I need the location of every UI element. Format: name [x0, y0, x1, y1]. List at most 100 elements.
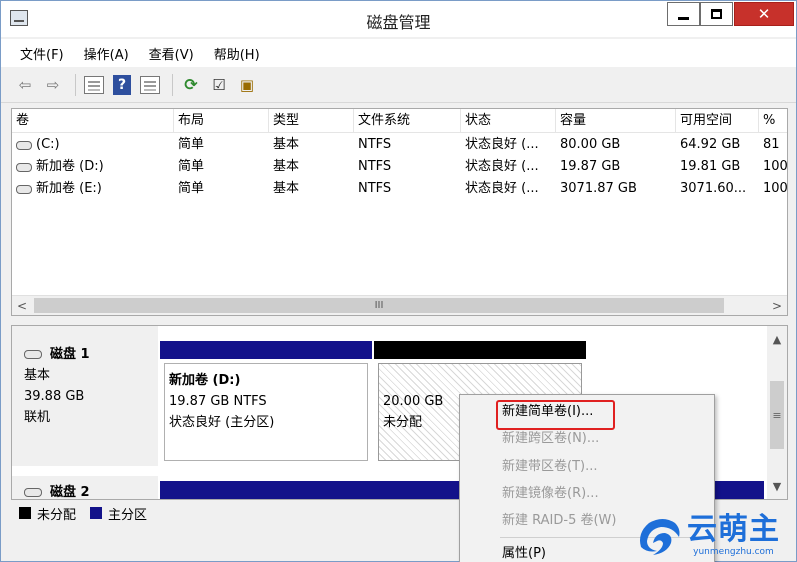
- menu-view[interactable]: 查看(V): [140, 40, 203, 67]
- volume-capacity: 3071.87 GB: [560, 181, 637, 196]
- scroll-left-icon[interactable]: <: [12, 296, 32, 315]
- partition-d[interactable]: 新加卷 (D:) 19.87 GB NTFS 状态良好 (主分区): [160, 341, 372, 465]
- minimize-button[interactable]: [667, 2, 700, 26]
- table-row[interactable]: (C:) 简单 基本 NTFS 状态良好 (... 80.00 GB 64.92…: [12, 134, 787, 156]
- partition-d-status: 状态良好 (主分区): [169, 415, 275, 430]
- watermark: 云萌主 yunmengzhu.com: [633, 509, 797, 562]
- column-header-capacity[interactable]: 容量: [556, 109, 676, 133]
- volume-free-space: 64.92 GB: [680, 137, 741, 152]
- menu-item-new-spanned-volume[interactable]: 新建跨区卷(N)...: [502, 426, 599, 452]
- primary-partition-bar: [160, 341, 372, 359]
- back-arrow-icon[interactable]: ⇦: [13, 73, 37, 97]
- volume-capacity: 19.87 GB: [560, 159, 621, 174]
- menu-item-properties[interactable]: 属性(P): [502, 541, 546, 562]
- close-button[interactable]: ✕: [734, 2, 794, 26]
- table-row[interactable]: 新加卷 (E:) 简单 基本 NTFS 状态良好 (... 3071.87 GB…: [12, 178, 788, 200]
- volume-percent-free: 100: [763, 159, 788, 174]
- column-header-type[interactable]: 类型: [269, 109, 354, 133]
- table-row[interactable]: 新加卷 (D:) 简单 基本 NTFS 状态良好 (... 19.87 GB 1…: [12, 156, 788, 178]
- disk-1-status: 联机: [24, 410, 51, 425]
- scroll-down-icon[interactable]: ▼: [767, 476, 787, 496]
- maximize-icon: [711, 9, 722, 19]
- forward-arrow-icon[interactable]: ⇨: [41, 73, 65, 97]
- drive-icon: [16, 140, 32, 150]
- properties-icon[interactable]: ☑: [207, 73, 231, 97]
- menu-item-new-mirrored-volume[interactable]: 新建镜像卷(R)...: [502, 481, 599, 507]
- volume-name: (C:): [36, 137, 60, 152]
- menu-help[interactable]: 帮助(H): [205, 40, 269, 67]
- disk-1-type: 基本: [24, 368, 51, 383]
- volume-percent-free: 81: [763, 137, 780, 152]
- rescan-disks-icon[interactable]: ▣: [235, 73, 259, 97]
- close-icon: ✕: [757, 5, 771, 23]
- watermark-subtitle: yunmengzhu.com: [693, 547, 774, 557]
- column-header-status[interactable]: 状态: [461, 109, 556, 133]
- volume-percent-free: 100: [763, 181, 788, 196]
- toolbar: ⇦ ⇨ ? ⟳ ☑ ▣: [1, 67, 796, 103]
- console-tree-icon[interactable]: [82, 73, 106, 97]
- watermark-logo-icon: [640, 519, 680, 555]
- volume-name: 新加卷 (D:): [36, 159, 104, 174]
- volume-layout: 简单: [178, 159, 205, 174]
- legend-label-primary: 主分区: [108, 507, 148, 523]
- volume-layout: 简单: [178, 137, 205, 152]
- toolbar-separator: [172, 73, 173, 96]
- drive-icon: [16, 162, 32, 172]
- volume-filesystem: NTFS: [358, 137, 392, 152]
- disk-1-name: 磁盘 1: [50, 347, 90, 362]
- unallocated-bar: [374, 341, 586, 359]
- column-header-layout[interactable]: 布局: [174, 109, 269, 133]
- horizontal-scrollbar[interactable]: < III >: [12, 295, 787, 315]
- legend-swatch-primary: [90, 507, 103, 519]
- column-header-volume[interactable]: 卷: [12, 109, 174, 133]
- volume-free-space: 3071.60...: [680, 181, 747, 196]
- disk-2-name: 磁盘 2: [50, 485, 90, 500]
- vertical-scrollbar[interactable]: ▲ ≡ ▼: [767, 326, 787, 499]
- volume-type: 基本: [273, 181, 300, 196]
- volume-status: 状态良好 (...: [465, 159, 539, 174]
- volume-free-space: 19.81 GB: [680, 159, 741, 174]
- drive-icon: [16, 184, 32, 194]
- maximize-button[interactable]: [700, 2, 733, 26]
- disk-1-size: 39.88 GB: [24, 389, 85, 404]
- volume-status: 状态良好 (...: [465, 137, 539, 152]
- volume-layout: 简单: [178, 181, 205, 196]
- vertical-scroll-thumb[interactable]: ≡: [770, 381, 784, 449]
- disk-2-label[interactable]: 磁盘 2: [12, 476, 158, 500]
- minimize-icon: [678, 16, 689, 20]
- partition-d-size: 19.87 GB NTFS: [169, 394, 267, 409]
- help-icon[interactable]: ?: [110, 73, 134, 97]
- disk-management-window: 磁盘管理 ✕ 文件(F) 操作(A) 查看(V) 帮助(H) ⇦ ⇨ ? ⟳ ☑…: [0, 0, 797, 562]
- toolbar-separator: [75, 73, 76, 96]
- action-pane-icon[interactable]: [138, 73, 162, 97]
- column-header-free-space[interactable]: 可用空间: [676, 109, 759, 133]
- volume-type: 基本: [273, 137, 300, 152]
- watermark-title: 云萌主: [687, 512, 780, 547]
- volume-name: 新加卷 (E:): [36, 181, 102, 196]
- column-header-percent-free[interactable]: %: [759, 109, 787, 133]
- column-header-filesystem[interactable]: 文件系统: [354, 109, 461, 133]
- scroll-grip: III: [374, 300, 384, 311]
- refresh-icon[interactable]: ⟳: [179, 73, 203, 97]
- volume-status: 状态良好 (...: [465, 181, 539, 196]
- volume-filesystem: NTFS: [358, 181, 392, 196]
- menu-item-new-raid5-volume[interactable]: 新建 RAID-5 卷(W): [502, 508, 616, 534]
- horizontal-scroll-thumb[interactable]: III: [34, 298, 724, 313]
- scroll-up-icon[interactable]: ▲: [767, 329, 787, 349]
- volume-list: 卷 布局 类型 文件系统 状态 容量 可用空间 % (C:) 简单 基本 NTF…: [11, 108, 788, 316]
- menu-action[interactable]: 操作(A): [75, 40, 138, 67]
- menu-item-new-striped-volume[interactable]: 新建带区卷(T)...: [502, 454, 597, 480]
- disk-icon: [24, 350, 42, 359]
- scroll-right-icon[interactable]: >: [767, 296, 787, 315]
- volume-capacity: 80.00 GB: [560, 137, 621, 152]
- menu-file[interactable]: 文件(F): [11, 40, 73, 67]
- partition-d-name: 新加卷 (D:): [169, 373, 241, 388]
- volume-filesystem: NTFS: [358, 159, 392, 174]
- volume-list-header: 卷 布局 类型 文件系统 状态 容量 可用空间 %: [12, 109, 787, 133]
- volume-type: 基本: [273, 159, 300, 174]
- menu-bar: 文件(F) 操作(A) 查看(V) 帮助(H): [1, 39, 796, 67]
- legend-label-unallocated: 未分配: [37, 507, 77, 523]
- disk-1-label[interactable]: 磁盘 1 基本 39.88 GB 联机: [12, 326, 158, 466]
- disk-icon: [24, 488, 42, 497]
- menu-item-new-simple-volume[interactable]: 新建简单卷(I)...: [502, 399, 593, 425]
